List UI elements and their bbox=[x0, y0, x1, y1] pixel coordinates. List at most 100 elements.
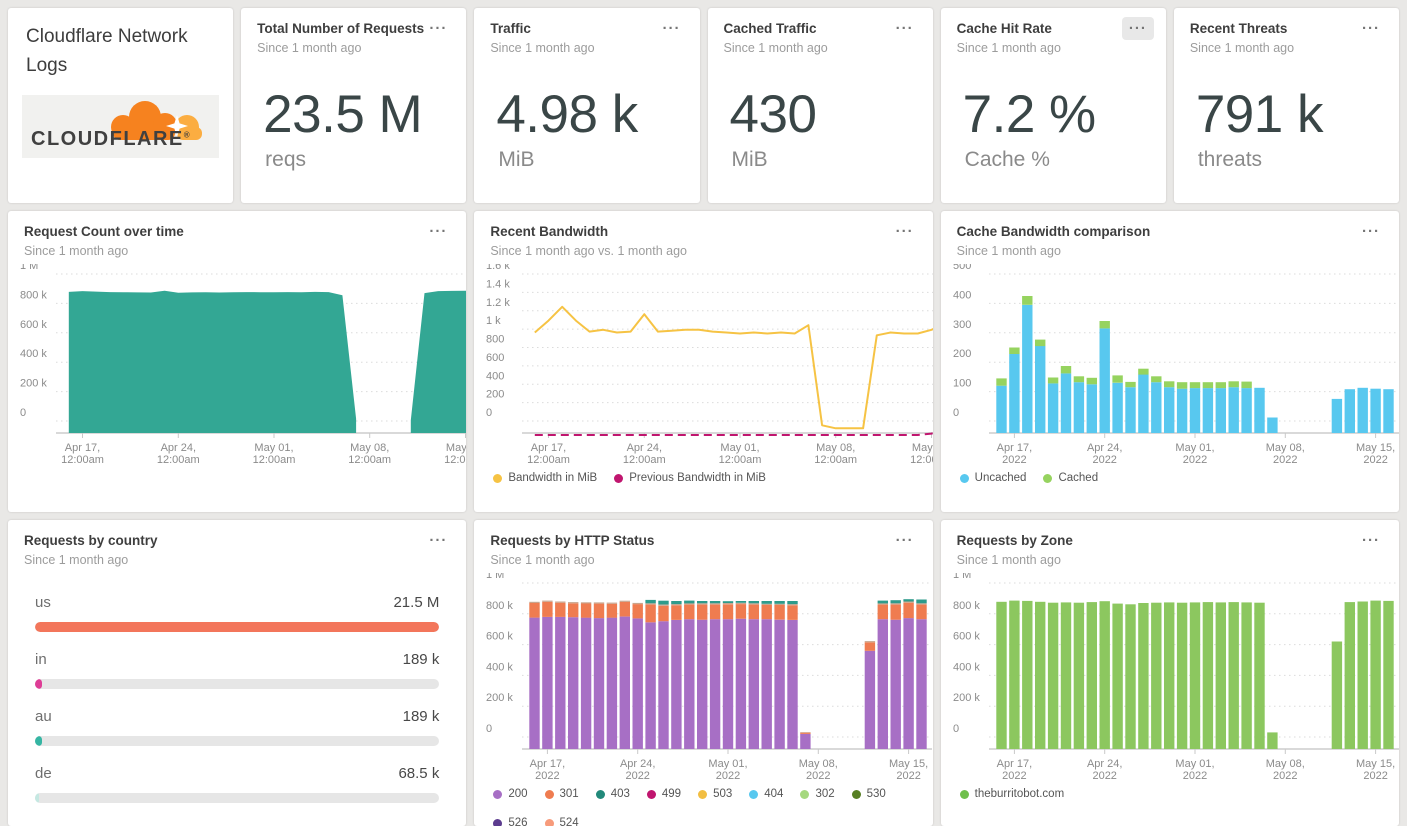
more-menu-icon[interactable]: ··· bbox=[889, 220, 921, 243]
legend-item-301[interactable]: 301 bbox=[544, 788, 579, 800]
svg-text:100: 100 bbox=[953, 378, 971, 390]
more-menu-icon[interactable]: ··· bbox=[422, 529, 454, 552]
card-subtitle: Since 1 month ago bbox=[956, 41, 1061, 56]
chart-subtitle: Since 1 month ago bbox=[490, 553, 595, 568]
legend-item-403[interactable]: 403 bbox=[595, 788, 630, 800]
legend-item-302[interactable]: 302 bbox=[800, 788, 835, 801]
stat-unit: MiB bbox=[498, 148, 535, 172]
legend-label: 524 bbox=[559, 817, 579, 826]
legend-label: 302 bbox=[815, 788, 835, 801]
svg-text:600 k: 600 k bbox=[953, 631, 980, 643]
legend-item-503[interactable]: 503 bbox=[698, 788, 732, 800]
country-row-us: us 21.5 M bbox=[35, 593, 440, 633]
chart-legend: 200 301 403 499 503 404 302 530 526 524 bbox=[493, 788, 932, 826]
legend-label: Uncached bbox=[974, 472, 1027, 485]
legend-item-theburritobot.com[interactable]: theburritobot.com bbox=[959, 788, 1064, 800]
legend-item-524[interactable]: 524 bbox=[544, 817, 579, 826]
chart-subtitle: Since 1 month ago bbox=[956, 553, 1061, 568]
svg-text:200 k: 200 k bbox=[953, 692, 980, 704]
svg-text:Apr 24,: Apr 24, bbox=[1087, 758, 1122, 770]
svg-text:400 k: 400 k bbox=[953, 662, 980, 674]
svg-text:12:00am: 12:00am bbox=[157, 454, 200, 466]
legend-dot-icon bbox=[646, 789, 656, 799]
svg-text:May 01,: May 01, bbox=[254, 442, 293, 454]
svg-text:May 08,: May 08, bbox=[816, 442, 855, 454]
zone-bar-chart[interactable]: 1 M800 k600 k400 k200 k0Apr 17,2022Apr 2… bbox=[953, 573, 1399, 785]
chart-subtitle: Since 1 month ago bbox=[24, 244, 129, 259]
legend-dot-icon bbox=[595, 789, 605, 799]
svg-text:May 08,: May 08, bbox=[1265, 442, 1304, 454]
legend-dot-icon bbox=[959, 789, 969, 799]
more-menu-icon[interactable]: ··· bbox=[1355, 17, 1387, 40]
svg-text:Apr 17,: Apr 17, bbox=[65, 442, 100, 454]
svg-text:12:00am: 12:00am bbox=[61, 454, 104, 466]
country-value: 21.5 M bbox=[393, 594, 440, 612]
card-recent-threats: ··· Recent Threats Since 1 month ago 791… bbox=[1173, 8, 1399, 203]
bandwidth-line-chart[interactable]: 1.6 k1.4 k1.2 k1 k8006004002000Apr 17,12… bbox=[486, 264, 933, 469]
legend-item-Bandwidth in MiB[interactable]: Bandwidth in MiB bbox=[493, 472, 597, 484]
legend-item-530[interactable]: 530 bbox=[851, 788, 886, 800]
legend-label: Bandwidth in MiB bbox=[508, 472, 598, 485]
svg-text:Apr 24,: Apr 24, bbox=[620, 758, 655, 770]
legend-item-404[interactable]: 404 bbox=[749, 788, 783, 800]
legend-label: 503 bbox=[713, 788, 733, 801]
more-menu-icon[interactable]: ··· bbox=[1355, 220, 1387, 243]
country-label: au bbox=[35, 708, 52, 726]
http-status-bar-chart[interactable]: 1 M800 k600 k400 k200 k0Apr 17,2022Apr 2… bbox=[486, 573, 933, 785]
more-menu-icon[interactable]: ··· bbox=[422, 17, 454, 40]
svg-text:2022: 2022 bbox=[1273, 770, 1297, 782]
legend-dot-icon bbox=[544, 818, 554, 826]
card-subtitle: Since 1 month ago bbox=[490, 41, 595, 56]
more-menu-icon[interactable]: ··· bbox=[889, 17, 921, 40]
legend-dot-icon bbox=[493, 789, 503, 799]
svg-text:2022: 2022 bbox=[1273, 454, 1297, 466]
country-label: us bbox=[35, 594, 51, 612]
svg-text:12:00am: 12:00am bbox=[815, 454, 858, 466]
legend-item-Uncached[interactable]: Uncached bbox=[959, 472, 1027, 485]
legend-item-Previous Bandwidth in MiB[interactable]: Previous Bandwidth in MiB bbox=[614, 472, 766, 484]
svg-text:2022: 2022 bbox=[1363, 454, 1387, 466]
legend-item-200[interactable]: 200 bbox=[493, 788, 528, 800]
country-bar-fill[interactable] bbox=[35, 622, 440, 633]
more-menu-icon[interactable]: ··· bbox=[1355, 529, 1387, 552]
svg-text:1.2 k: 1.2 k bbox=[486, 297, 510, 309]
legend-dot-icon bbox=[493, 818, 503, 826]
dashboard-title: Cloudflare Network Logs bbox=[26, 26, 188, 76]
chart-legend: Bandwidth in MiB Previous Bandwidth in Mi… bbox=[493, 472, 932, 484]
more-menu-icon[interactable]: ··· bbox=[1121, 17, 1154, 40]
request-count-area-chart[interactable]: 1 M800 k600 k400 k200 k0Apr 17,12:00amAp… bbox=[20, 264, 467, 469]
chart-title: Recent Bandwidth bbox=[490, 224, 609, 239]
stat-unit: MiB bbox=[731, 148, 768, 172]
stat-value: 430 bbox=[729, 85, 817, 145]
more-menu-icon[interactable]: ··· bbox=[656, 17, 688, 40]
svg-text:200: 200 bbox=[953, 348, 971, 360]
svg-text:12:00am: 12:00am bbox=[719, 454, 762, 466]
svg-text:2022: 2022 bbox=[897, 770, 921, 782]
legend-item-Cached[interactable]: Cached bbox=[1043, 472, 1098, 484]
chart-title: Request Count over time bbox=[24, 224, 184, 239]
card-requests-by-zone: ··· Requests by Zone Since 1 month ago 1… bbox=[940, 520, 1399, 826]
svg-text:May 01,: May 01, bbox=[1175, 442, 1214, 454]
country-bar-fill[interactable] bbox=[35, 793, 39, 804]
legend-label: 499 bbox=[661, 788, 682, 801]
svg-text:0: 0 bbox=[953, 407, 959, 419]
card-bandwidth-chart: ··· Recent Bandwidth Since 1 month ago v… bbox=[474, 211, 933, 512]
svg-text:2022: 2022 bbox=[535, 770, 559, 782]
svg-text:May 15,: May 15, bbox=[912, 442, 932, 454]
legend-dot-icon bbox=[698, 789, 708, 799]
cache-bandwidth-bar-chart[interactable]: 5004003002001000Apr 17,2022Apr 24,2022Ma… bbox=[953, 264, 1399, 469]
svg-text:Apr 17,: Apr 17, bbox=[996, 442, 1031, 454]
more-menu-icon[interactable]: ··· bbox=[422, 220, 454, 243]
more-menu-icon[interactable]: ··· bbox=[889, 529, 921, 552]
legend-item-526[interactable]: 526 bbox=[493, 817, 528, 826]
country-bar-fill[interactable] bbox=[35, 679, 42, 690]
stat-unit: threats bbox=[1197, 148, 1263, 172]
legend-item-499[interactable]: 499 bbox=[646, 788, 682, 801]
svg-text:Apr 17,: Apr 17, bbox=[531, 442, 566, 454]
svg-text:0: 0 bbox=[20, 407, 26, 419]
stat-value: 791 k bbox=[1195, 85, 1324, 145]
svg-text:Apr 24,: Apr 24, bbox=[161, 442, 196, 454]
country-bar-fill[interactable] bbox=[35, 736, 42, 747]
svg-text:2022: 2022 bbox=[806, 770, 830, 782]
legend-dot-icon bbox=[749, 789, 759, 799]
